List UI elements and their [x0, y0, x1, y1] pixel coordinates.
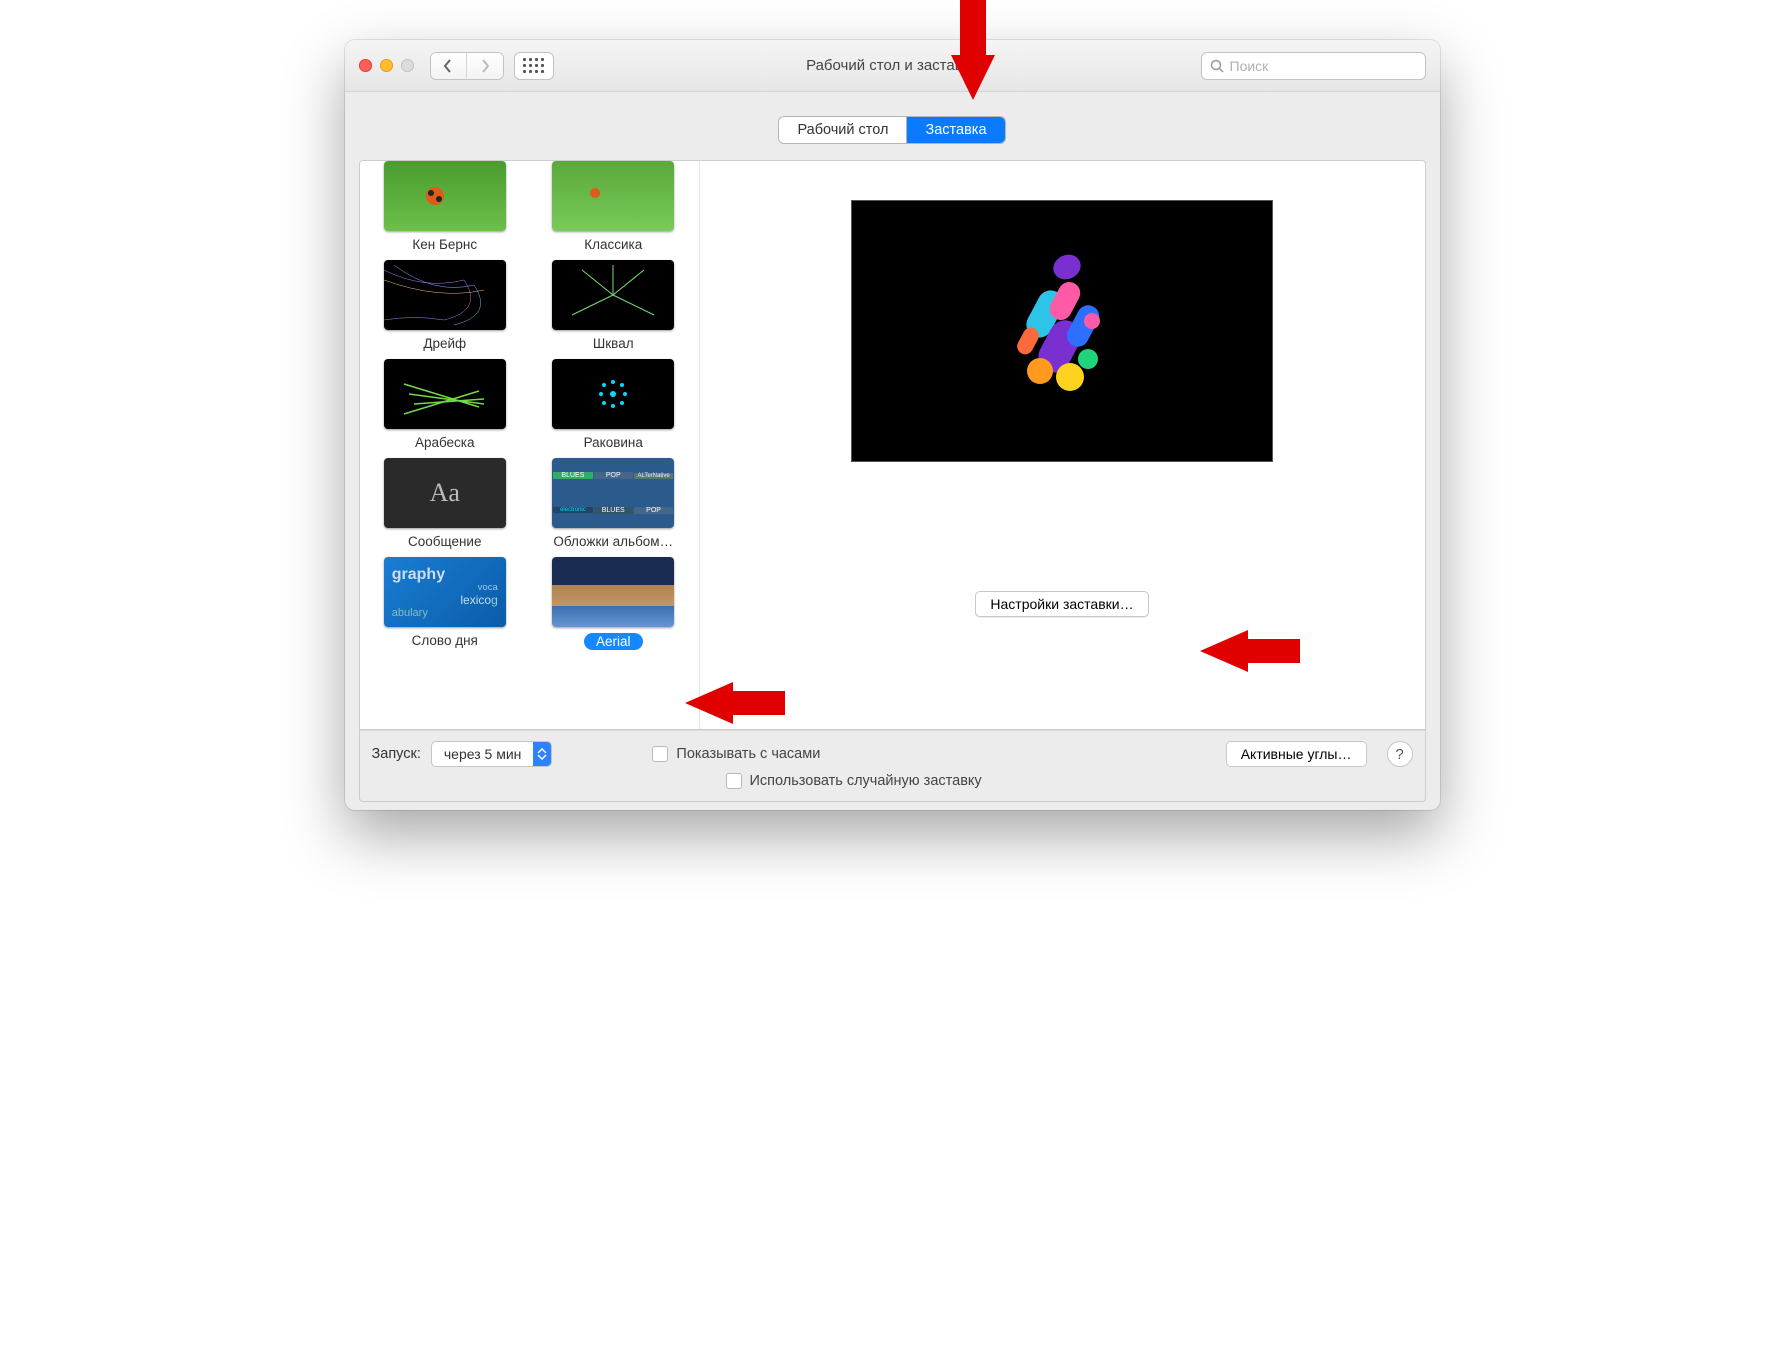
thumb-aerial	[552, 557, 674, 627]
list-item[interactable]: Шквал	[536, 260, 691, 351]
tab-bar: Рабочий стол Заставка	[345, 92, 1440, 144]
list-item[interactable]: Классика	[536, 161, 691, 252]
preferences-window: Рабочий стол и заставка Поиск Рабочий ст…	[345, 40, 1440, 810]
segmented-control: Рабочий стол Заставка	[778, 116, 1005, 144]
list-item[interactable]: Дрейф	[367, 260, 522, 351]
thumb-classic	[552, 161, 674, 231]
help-button[interactable]: ?	[1387, 741, 1413, 767]
list-item[interactable]: Арабеска	[367, 359, 522, 450]
checkbox-icon	[726, 773, 742, 789]
show-clock-checkbox[interactable]: Показывать с часами	[652, 746, 820, 762]
screensaver-options-button[interactable]: Настройки заставки…	[975, 591, 1148, 617]
preview-pane: Настройки заставки…	[700, 161, 1425, 729]
grid-icon	[523, 58, 544, 73]
apple-logo-art	[992, 249, 1132, 414]
thumb-kenburns	[384, 161, 506, 231]
thumb-drift	[384, 260, 506, 330]
list-item[interactable]: Раковина	[536, 359, 691, 450]
list-item[interactable]: Кен Бернс	[367, 161, 522, 252]
footer: Запуск: через 5 мин Показывать с часами …	[359, 730, 1426, 802]
nav-back-forward	[430, 52, 504, 80]
start-after-label: Запуск:	[372, 746, 421, 762]
thumb-flurry	[552, 260, 674, 330]
thumb-shell	[552, 359, 674, 429]
search-input[interactable]: Поиск	[1201, 52, 1426, 80]
thumb-albums: BLUES POP ALTerNative electronic BLUES P…	[552, 458, 674, 528]
thumb-word: graphy voca lexicog abulary	[384, 557, 506, 627]
thumb-arabesque	[384, 359, 506, 429]
list-item[interactable]: Aa Сообщение	[367, 458, 522, 549]
main-panel: Кен Бернс Классика Дрейф	[359, 160, 1426, 730]
tab-desktop[interactable]: Рабочий стол	[779, 117, 907, 143]
list-item[interactable]: Aerial	[536, 557, 691, 653]
start-after-popup[interactable]: через 5 мин	[431, 741, 553, 767]
titlebar: Рабочий стол и заставка Поиск	[345, 40, 1440, 92]
screensaver-preview	[852, 201, 1272, 461]
search-icon	[1210, 59, 1224, 73]
close-icon[interactable]	[359, 59, 372, 72]
checkbox-icon	[652, 746, 668, 762]
tab-screensaver[interactable]: Заставка	[907, 117, 1004, 143]
random-screensaver-checkbox[interactable]: Использовать случайную заставку	[726, 773, 1413, 789]
hot-corners-button[interactable]: Активные углы…	[1226, 741, 1367, 767]
minimize-icon[interactable]	[380, 59, 393, 72]
screensaver-list[interactable]: Кен Бернс Классика Дрейф	[360, 161, 700, 729]
forward-button[interactable]	[467, 53, 503, 79]
search-placeholder: Поиск	[1230, 58, 1269, 74]
traffic-lights	[359, 59, 414, 72]
show-all-button[interactable]	[514, 52, 554, 80]
chevron-updown-icon	[533, 742, 551, 766]
back-button[interactable]	[431, 53, 467, 79]
zoom-icon-disabled	[401, 59, 414, 72]
list-item[interactable]: BLUES POP ALTerNative electronic BLUES P…	[536, 458, 691, 549]
list-item[interactable]: graphy voca lexicog abulary Слово дня	[367, 557, 522, 653]
thumb-message: Aa	[384, 458, 506, 528]
